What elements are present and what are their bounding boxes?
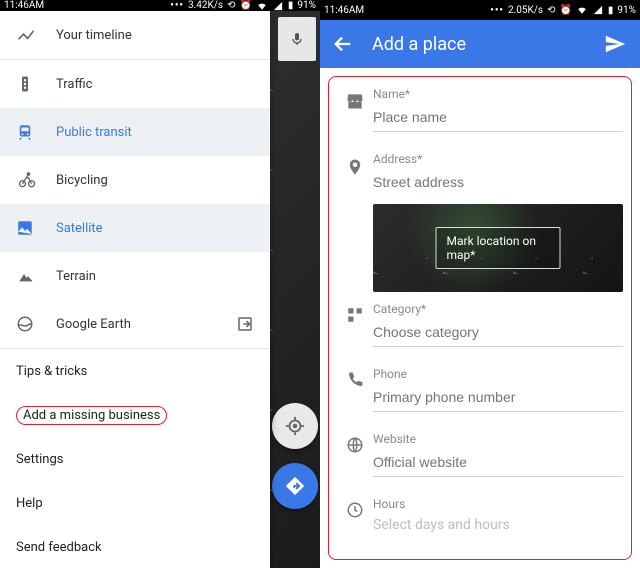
back-button[interactable]	[332, 33, 354, 55]
field-name: Name*	[337, 81, 623, 146]
clock-icon	[337, 497, 373, 533]
name-label: Name*	[373, 87, 623, 101]
drawer-menu: Your timeline Traffic Public transit	[0, 11, 270, 568]
traffic-icon	[16, 74, 56, 94]
menu-google-earth[interactable]: Google Earth	[0, 300, 270, 348]
menu-public-transit[interactable]: Public transit	[0, 108, 270, 156]
status-icons: ••• 2.05K/s ⟲ ⏰ ▮ 91%	[490, 5, 636, 16]
status-net: 2.05K/s	[508, 5, 543, 16]
menu-label: Help	[16, 496, 43, 511]
menu-label: Settings	[16, 452, 63, 467]
menu-help[interactable]: Help	[0, 481, 270, 525]
name-input[interactable]	[373, 105, 623, 132]
website-label: Website	[373, 432, 623, 446]
app-bar: Add a place	[320, 20, 640, 68]
signal-icon	[592, 5, 604, 15]
phone-icon	[337, 367, 373, 412]
signal-icon	[272, 1, 284, 11]
menu-label: Add a missing business	[16, 406, 167, 425]
my-location-button[interactable]	[272, 403, 318, 449]
phone-label: Phone	[373, 367, 623, 381]
storefront-icon	[337, 87, 373, 132]
status-time: 11:46AM	[4, 0, 44, 11]
menu-label: Traffic	[56, 77, 92, 92]
wifi-icon	[576, 5, 588, 15]
category-input[interactable]	[373, 320, 623, 347]
field-address: Address* Mark location on map*	[337, 146, 623, 296]
status-bar-right: 11:46AM ••• 2.05K/s ⟲ ⏰ ▮ 91%	[320, 0, 640, 20]
battery-pct: 91%	[297, 0, 316, 11]
menu-settings[interactable]: Settings	[0, 437, 270, 481]
left-phone: 11:46AM ••• 3.42K/s ⟲ ⏰ ▮ 91%	[0, 0, 320, 568]
field-category: Category*	[337, 296, 623, 361]
menu-label: Satellite	[56, 221, 103, 236]
address-label: Address*	[373, 152, 623, 166]
bicycling-icon	[16, 171, 56, 189]
status-time: 11:46AM	[324, 5, 364, 16]
sync-icon: ⟲	[227, 0, 235, 11]
category-label: Category*	[373, 302, 623, 316]
menu-traffic[interactable]: Traffic	[0, 60, 270, 108]
menu-send-feedback[interactable]: Send feedback	[0, 525, 270, 568]
field-hours: Hours Select days and hours	[337, 491, 623, 533]
menu-label: Bicycling	[56, 173, 108, 188]
status-bar-left: 11:46AM ••• 3.42K/s ⟲ ⏰ ▮ 91%	[0, 0, 320, 11]
wifi-icon	[256, 1, 268, 11]
category-icon	[337, 302, 373, 347]
timeline-icon	[16, 25, 56, 45]
launch-icon	[236, 315, 254, 333]
menu-label: Google Earth	[56, 317, 131, 332]
right-phone: 11:46AM ••• 2.05K/s ⟲ ⏰ ▮ 91% Add	[320, 0, 640, 568]
terrain-icon	[16, 268, 56, 284]
hours-label: Hours	[373, 497, 623, 511]
location-pin-icon	[337, 152, 373, 292]
alarm-icon: ⏰	[559, 5, 571, 16]
battery-icon: ▮	[608, 5, 614, 16]
field-phone: Phone	[337, 361, 623, 426]
alarm-icon: ⏰	[239, 0, 251, 11]
voice-search-button[interactable]	[278, 17, 316, 61]
menu-terrain[interactable]: Terrain	[0, 252, 270, 300]
menu-label: Tips & tricks	[16, 364, 87, 379]
address-input[interactable]	[373, 170, 623, 196]
menu-label: Public transit	[56, 125, 132, 140]
battery-pct: 91%	[617, 5, 636, 16]
status-net: 3.42K/s	[188, 0, 223, 11]
field-website: Website	[337, 426, 623, 491]
menu-satellite[interactable]: Satellite	[0, 204, 270, 252]
menu-bicycling[interactable]: Bicycling	[0, 156, 270, 204]
hours-input[interactable]: Select days and hours	[373, 515, 623, 533]
phone-input[interactable]	[373, 385, 623, 412]
website-input[interactable]	[373, 450, 623, 477]
menu-your-timeline[interactable]: Your timeline	[0, 11, 270, 59]
menu-add-missing-business[interactable]: Add a missing business	[0, 393, 270, 437]
page-title: Add a place	[372, 34, 602, 55]
earth-icon	[16, 315, 56, 333]
satellite-icon	[16, 219, 56, 237]
menu-label: Send feedback	[16, 540, 102, 555]
mark-location-button[interactable]: Mark location on map*	[436, 227, 561, 269]
status-icons: ••• 3.42K/s ⟲ ⏰ ▮ 91%	[170, 0, 316, 11]
map-thumbnail[interactable]: Mark location on map*	[373, 204, 623, 292]
transit-icon	[16, 122, 56, 142]
menu-label: Your timeline	[56, 28, 132, 43]
submit-button[interactable]	[602, 33, 628, 55]
map-background[interactable]	[270, 11, 320, 568]
add-place-form: Name* Address* Mark location on map*	[328, 76, 632, 560]
menu-label: Terrain	[56, 269, 96, 284]
directions-button[interactable]	[272, 463, 318, 509]
globe-icon	[337, 432, 373, 477]
battery-icon: ▮	[288, 0, 294, 11]
menu-tips-tricks[interactable]: Tips & tricks	[0, 349, 270, 393]
sync-icon: ⟲	[547, 5, 555, 16]
